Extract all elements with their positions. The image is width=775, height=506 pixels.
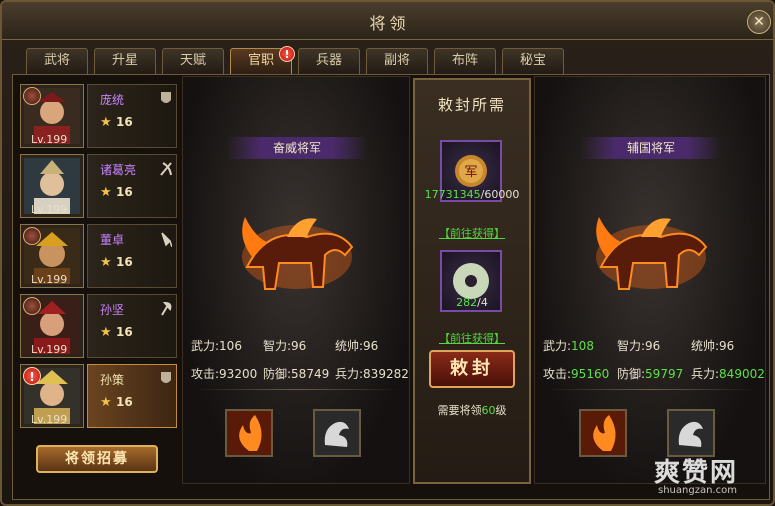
- shield-icon: [161, 92, 171, 103]
- general-stars: 16: [116, 255, 133, 269]
- general-stars: 16: [116, 115, 133, 129]
- portrait-frame: Lv.199: [20, 84, 84, 148]
- star-icon: ★: [100, 395, 112, 410]
- general-window: 将领 ✕ 武将 升星 天赋 官职 兵器 副将 布阵 秘宝 ! Lv.199 庞统…: [0, 0, 775, 506]
- stat-attack: 攻击:93200: [191, 367, 258, 381]
- stat-tongshuai: 统帅:96: [335, 339, 379, 353]
- watermark-text: 爽赞网: [654, 458, 739, 488]
- stat-troops: 兵力:849002: [691, 367, 765, 381]
- current-rank-title: 奋威将军: [227, 137, 367, 159]
- stat-tongshuai: 统帅:96: [691, 339, 735, 353]
- general-stars: 16: [116, 325, 133, 339]
- star-icon: ★: [100, 255, 112, 270]
- stat-wuli: 武力:106: [191, 339, 242, 353]
- current-rank-panel: 奋威将军 武力:106 智力:96 统帅:96 攻击:93200 防御:5874…: [182, 76, 410, 484]
- item1-count: 17731345/60000: [424, 188, 520, 201]
- general-stars: 16: [116, 395, 133, 409]
- requirements-title: 敕封所需: [437, 96, 506, 114]
- stat-zhili: 智力:96: [617, 339, 661, 353]
- confer-button[interactable]: 敕封: [429, 350, 515, 388]
- general-level: Lv.199: [31, 413, 68, 426]
- general-name: 孙坚: [100, 303, 125, 317]
- general-info: 庞统 ★ 16: [87, 84, 177, 148]
- hero-class-icon: [23, 297, 41, 315]
- general-stars: 16: [116, 185, 133, 199]
- general-item-selected[interactable]: ! Lv.199 孙策 ★ 16: [20, 364, 178, 430]
- stat-attack: 攻击:95160: [543, 367, 610, 381]
- tab-bingqi[interactable]: 兵器: [298, 48, 360, 74]
- window-title: 将领: [369, 14, 410, 33]
- general-name: 诸葛亮: [100, 163, 137, 177]
- stat-wuli: 武力:108: [543, 339, 594, 353]
- watermark: 爽赞网 shuangzan.com: [654, 452, 764, 500]
- divider: [193, 389, 401, 390]
- general-name: 董卓: [100, 233, 125, 247]
- shield-icon: [161, 372, 171, 383]
- item2-count: 282/4: [456, 296, 488, 309]
- strength-skill-icon[interactable]: [313, 409, 361, 457]
- general-item[interactable]: Lv.199 庞统 ★ 16: [20, 84, 178, 150]
- portrait-frame: Lv.199: [20, 224, 84, 288]
- hero-class-icon: [23, 87, 41, 105]
- portrait-frame: ! Lv.199: [20, 364, 84, 428]
- requirements-panel: 敕封所需 军 17731345/60000 【前往获得】 282/4 【前往获得…: [413, 78, 531, 484]
- goto-obtain-link[interactable]: 【前往获得】: [415, 330, 529, 346]
- tab-shengxing[interactable]: 升星: [94, 48, 156, 74]
- general-level: Lv.199: [31, 133, 68, 146]
- general-item[interactable]: Lv.199 诸葛亮 ★ 16: [20, 154, 178, 220]
- divider: [545, 389, 757, 390]
- star-icon: ★: [100, 325, 112, 340]
- stat-troops: 兵力:839282: [335, 367, 409, 381]
- watermark-url: shuangzan.com: [658, 485, 737, 496]
- tab-fujiang[interactable]: 副将: [366, 48, 428, 74]
- tab-mibao[interactable]: 秘宝: [502, 48, 564, 74]
- star-icon: ★: [100, 115, 112, 130]
- general-item[interactable]: Lv.199 董卓 ★ 16: [20, 224, 178, 290]
- next-rank-panel: 辅国将军 武力:108 智力:96 统帅:96 攻击:95160 防御:5979…: [534, 76, 766, 484]
- general-info: 孙策 ★ 16: [87, 364, 177, 428]
- crossbow-icon: [160, 162, 172, 176]
- title-bar: 将领 ✕: [2, 2, 773, 40]
- spear-icon: [161, 232, 172, 247]
- stat-zhili: 智力:96: [263, 339, 307, 353]
- general-info: 董卓 ★ 16: [87, 224, 177, 288]
- portrait-frame: Lv.199: [20, 154, 84, 218]
- tab-buzhen[interactable]: 布阵: [434, 48, 496, 74]
- warhorse-image: [596, 217, 708, 290]
- general-name: 庞统: [100, 93, 125, 107]
- next-rank-title: 辅国将军: [581, 137, 721, 159]
- close-button[interactable]: ✕: [747, 10, 771, 34]
- hero-class-icon: [23, 227, 41, 245]
- general-level: Lv.199: [31, 343, 68, 356]
- alert-icon: !: [23, 367, 41, 385]
- general-level: Lv.199: [31, 203, 68, 216]
- stat-defense: 防御:59797: [617, 367, 684, 381]
- general-item[interactable]: Lv.199 孙坚 ★ 16: [20, 294, 178, 360]
- axe-icon: [161, 301, 172, 316]
- general-info: 诸葛亮 ★ 16: [87, 154, 177, 218]
- token-glyph: 军: [464, 165, 477, 180]
- tab-wujiang[interactable]: 武将: [26, 48, 88, 74]
- tab-alert-badge: !: [279, 46, 295, 62]
- stat-defense: 防御:58749: [263, 367, 330, 381]
- tab-tianfu[interactable]: 天赋: [162, 48, 224, 74]
- recruit-button[interactable]: 将领招募: [36, 445, 158, 473]
- strength-skill-icon[interactable]: [667, 409, 715, 457]
- required-level-text: 需要将领60级: [437, 404, 507, 417]
- general-name: 孙策: [100, 373, 125, 387]
- goto-obtain-link[interactable]: 【前往获得】: [415, 225, 529, 241]
- portrait-frame: Lv.199: [20, 294, 84, 358]
- general-info: 孙坚 ★ 16: [87, 294, 177, 358]
- fire-skill-icon[interactable]: [225, 409, 273, 457]
- fire-skill-icon[interactable]: [579, 409, 627, 457]
- warhorse-image: [242, 217, 354, 290]
- general-level: Lv.199: [31, 273, 68, 286]
- star-icon: ★: [100, 185, 112, 200]
